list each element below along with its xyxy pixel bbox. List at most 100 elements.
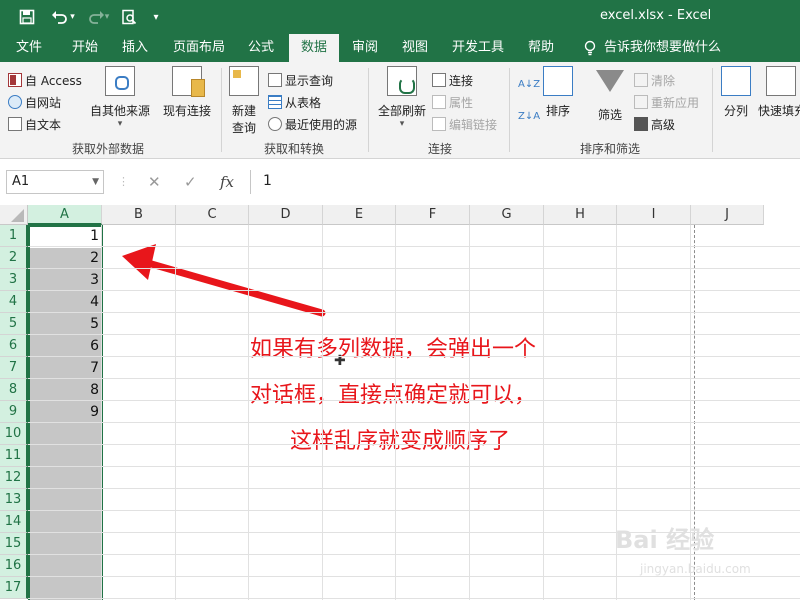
- sort-button[interactable]: 排序: [540, 66, 576, 119]
- enter-icon[interactable]: ✓: [184, 173, 197, 191]
- column-header-h[interactable]: H: [544, 205, 617, 225]
- formula-bar: A1 ▼ ⋮ ✕ ✓ fx 1: [0, 159, 800, 204]
- flash-fill-button[interactable]: 快速填充: [758, 66, 800, 119]
- from-web-button[interactable]: 自网站: [8, 92, 61, 112]
- row-header-6[interactable]: 6: [0, 335, 28, 357]
- refresh-all-button[interactable]: 全部刷新 ▾: [374, 66, 430, 129]
- lightbulb-icon: [580, 34, 600, 62]
- show-queries-button[interactable]: 显示查询: [268, 70, 333, 90]
- cell-a1[interactable]: 1: [29, 226, 101, 247]
- advanced-filter-button[interactable]: 高级: [634, 114, 675, 134]
- row-header-7[interactable]: 7: [0, 357, 28, 379]
- filter-button[interactable]: 筛选: [590, 66, 630, 123]
- column-header-a[interactable]: A: [28, 205, 102, 225]
- properties-button[interactable]: 属性: [432, 92, 473, 112]
- row-header-9[interactable]: 9: [0, 401, 28, 423]
- column-header-j[interactable]: J: [691, 205, 764, 225]
- from-other-sources-button[interactable]: 自其他来源 ▾: [88, 66, 152, 129]
- row-header-10[interactable]: 10: [0, 423, 28, 445]
- row-header-1[interactable]: 1: [0, 225, 28, 247]
- save-icon[interactable]: [16, 6, 38, 28]
- customize-qat-icon[interactable]: ▾: [148, 6, 164, 28]
- existing-connections-button[interactable]: 现有连接: [160, 66, 214, 119]
- gridline-horizontal: [28, 488, 800, 489]
- gridline-horizontal: [28, 444, 800, 445]
- print-preview-icon[interactable]: [118, 6, 140, 28]
- column-header-i[interactable]: I: [617, 205, 691, 225]
- sort-label: 排序: [545, 104, 570, 118]
- gridline-horizontal: [28, 466, 800, 467]
- cell-a2[interactable]: 2: [29, 248, 101, 269]
- sort-ascending-icon[interactable]: A↓Z: [518, 74, 540, 94]
- new-query-button[interactable]: 新建 查询: [224, 66, 264, 136]
- sort-descending-icon[interactable]: Z↓A: [518, 106, 540, 126]
- tab-data[interactable]: 数据: [289, 34, 339, 62]
- column-header-c[interactable]: C: [176, 205, 249, 225]
- new-query-label-1: 新建: [231, 104, 256, 118]
- formula-input[interactable]: 1: [250, 170, 800, 194]
- row-header-15[interactable]: 15: [0, 533, 28, 555]
- tab-help[interactable]: 帮助: [518, 34, 564, 62]
- column-header-b[interactable]: B: [102, 205, 176, 225]
- cell-a6[interactable]: 6: [29, 336, 101, 357]
- row-header-2[interactable]: 2: [0, 247, 28, 269]
- row-header-11[interactable]: 11: [0, 445, 28, 467]
- cell-a8[interactable]: 8: [29, 380, 101, 401]
- gridline-horizontal: [28, 598, 800, 599]
- tab-home[interactable]: 开始: [62, 34, 108, 62]
- column-header-f[interactable]: F: [396, 205, 470, 225]
- clear-filter-button[interactable]: 清除: [634, 70, 675, 90]
- tab-insert[interactable]: 插入: [112, 34, 158, 62]
- row-header-12[interactable]: 12: [0, 467, 28, 489]
- tab-review[interactable]: 审阅: [342, 34, 388, 62]
- clear-filter-label: 清除: [651, 73, 676, 88]
- filter-icon: [596, 70, 624, 92]
- edit-links-button[interactable]: 编辑链接: [432, 114, 497, 134]
- recent-sources-button[interactable]: 最近使用的源: [268, 114, 357, 134]
- text-to-columns-button[interactable]: 分列: [718, 66, 754, 119]
- row-header-17[interactable]: 17: [0, 577, 28, 599]
- cell-a7[interactable]: 7: [29, 358, 101, 379]
- cancel-icon[interactable]: ✕: [148, 173, 161, 191]
- undo-icon[interactable]: ▾: [48, 6, 78, 28]
- group-label-get-external: 获取外部数据: [72, 142, 145, 156]
- cell-a4[interactable]: 4: [29, 292, 101, 313]
- gridline-vertical: [322, 225, 323, 600]
- from-text-button[interactable]: 自文本: [8, 114, 61, 134]
- name-box[interactable]: A1 ▼: [6, 170, 104, 194]
- row-header-14[interactable]: 14: [0, 511, 28, 533]
- from-web-label: 自网站: [25, 95, 62, 110]
- column-header-d[interactable]: D: [249, 205, 323, 225]
- from-table-label: 从表格: [285, 95, 322, 110]
- tab-view[interactable]: 视图: [392, 34, 438, 62]
- reapply-icon: [634, 95, 648, 109]
- tab-page-layout[interactable]: 页面布局: [166, 34, 232, 62]
- tab-file[interactable]: 文件: [6, 34, 52, 62]
- tell-me-box[interactable]: 告诉我你想要做什么: [604, 34, 722, 62]
- cell-a5[interactable]: 5: [29, 314, 101, 335]
- new-query-icon: [229, 66, 259, 96]
- advanced-filter-label: 高级: [651, 117, 676, 132]
- column-header-e[interactable]: E: [323, 205, 396, 225]
- column-header-g[interactable]: G: [470, 205, 544, 225]
- row-header-3[interactable]: 3: [0, 269, 28, 291]
- name-box-dropdown-icon[interactable]: ▼: [92, 171, 99, 193]
- redo-icon[interactable]: ▾: [84, 6, 112, 28]
- group-separator: [712, 68, 713, 152]
- connections-button[interactable]: 连接: [432, 70, 473, 90]
- tab-formulas[interactable]: 公式: [238, 34, 284, 62]
- cell-a3[interactable]: 3: [29, 270, 101, 291]
- row-header-13[interactable]: 13: [0, 489, 28, 511]
- row-header-16[interactable]: 16: [0, 555, 28, 577]
- row-header-4[interactable]: 4: [0, 291, 28, 313]
- tab-developer[interactable]: 开发工具: [446, 34, 510, 62]
- from-access-button[interactable]: 自 Access: [8, 70, 82, 90]
- cell-a9[interactable]: 9: [29, 402, 101, 423]
- row-header-5[interactable]: 5: [0, 313, 28, 335]
- insert-function-button[interactable]: fx: [220, 173, 234, 191]
- clear-filter-icon: [634, 73, 648, 87]
- gridline-vertical: [101, 225, 102, 600]
- from-table-button[interactable]: 从表格: [268, 92, 321, 112]
- row-header-8[interactable]: 8: [0, 379, 28, 401]
- reapply-filter-button[interactable]: 重新应用: [634, 92, 699, 112]
